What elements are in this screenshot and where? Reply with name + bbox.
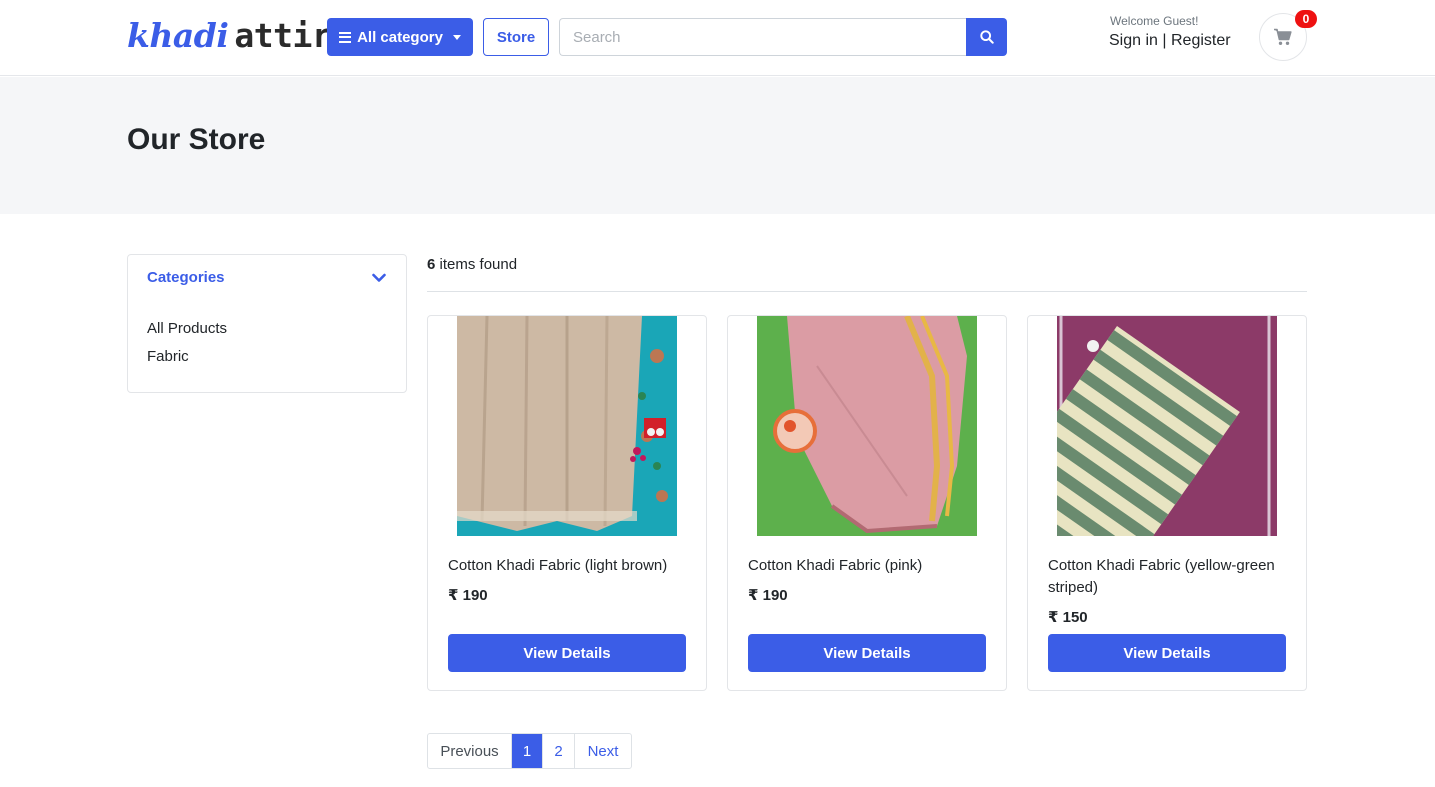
- page-title: Our Store: [127, 123, 266, 156]
- price-value: 190: [762, 587, 788, 604]
- pagination-page-1[interactable]: 1: [512, 734, 543, 768]
- category-item-all-products[interactable]: All Products: [147, 320, 227, 337]
- product-price: ₹ 190: [748, 586, 788, 604]
- product-image[interactable]: [757, 316, 977, 536]
- search-button[interactable]: [966, 18, 1007, 56]
- shopping-cart-icon: [1274, 28, 1292, 45]
- price-value: 150: [1062, 609, 1088, 626]
- items-found-text: 6 items found: [427, 256, 517, 273]
- view-details-button[interactable]: View Details: [448, 634, 686, 672]
- currency-symbol: ₹: [448, 587, 459, 604]
- product-name[interactable]: Cotton Khadi Fabric (yellow-green stripe…: [1048, 555, 1293, 599]
- product-name[interactable]: Cotton Khadi Fabric (light brown): [448, 555, 693, 577]
- all-category-label: All category: [357, 28, 443, 46]
- pagination-page-2[interactable]: 2: [543, 734, 575, 768]
- all-category-dropdown[interactable]: All category: [327, 18, 473, 56]
- categories-heading[interactable]: Categories: [147, 269, 225, 286]
- register-link[interactable]: Register: [1171, 32, 1231, 49]
- store-button[interactable]: Store: [483, 18, 549, 56]
- chevron-down-icon[interactable]: [372, 273, 386, 283]
- product-image[interactable]: [457, 316, 677, 536]
- currency-symbol: ₹: [748, 587, 759, 604]
- caret-down-icon: [452, 34, 461, 40]
- view-details-button[interactable]: View Details: [748, 634, 986, 672]
- logo-khadi: khadi: [127, 16, 229, 55]
- categories-panel: Categories All Products Fabric: [127, 254, 407, 393]
- currency-symbol: ₹: [1048, 609, 1059, 626]
- sign-in-link[interactable]: Sign in: [1109, 32, 1158, 49]
- items-found-label: items found: [439, 256, 518, 273]
- product-card: Cotton Khadi Fabric (light brown) ₹ 190 …: [427, 315, 707, 691]
- product-image[interactable]: [1057, 316, 1277, 536]
- search-icon: [979, 30, 994, 44]
- welcome-text: Welcome Guest!: [1110, 14, 1199, 28]
- product-name[interactable]: Cotton Khadi Fabric (pink): [748, 555, 993, 577]
- pagination-previous[interactable]: Previous: [428, 734, 512, 768]
- auth-separator: |: [1162, 32, 1167, 49]
- product-card: Cotton Khadi Fabric (yellow-green stripe…: [1027, 315, 1307, 691]
- pagination: Previous 1 2 Next: [427, 733, 632, 769]
- product-price: ₹ 150: [1048, 608, 1088, 626]
- cart-count-badge: 0: [1295, 10, 1317, 28]
- auth-links: Sign in | Register: [1109, 32, 1231, 50]
- results-divider: [427, 291, 1307, 292]
- page-title-band: Our Store: [0, 77, 1435, 214]
- items-found-count: 6: [427, 256, 436, 273]
- product-card: Cotton Khadi Fabric (pink) ₹ 190 View De…: [727, 315, 1007, 691]
- menu-icon: [339, 31, 352, 43]
- category-item-fabric[interactable]: Fabric: [147, 348, 189, 365]
- pagination-next[interactable]: Next: [575, 734, 631, 768]
- site-logo[interactable]: khadi attire: [127, 16, 351, 56]
- view-details-button[interactable]: View Details: [1048, 634, 1286, 672]
- top-header: khadi attire All category Store Welcome …: [0, 0, 1435, 76]
- price-value: 190: [462, 587, 488, 604]
- search-input[interactable]: [559, 18, 967, 56]
- product-price: ₹ 190: [448, 586, 488, 604]
